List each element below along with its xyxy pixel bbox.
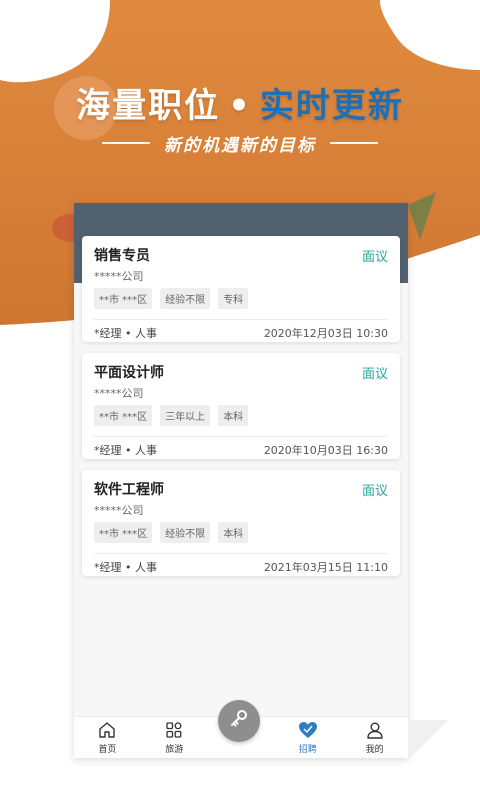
tab-home-label: 首页 xyxy=(98,745,117,755)
subline-left-rule xyxy=(102,142,150,144)
tag-experience: 经验不限 xyxy=(160,522,211,543)
job-card[interactable]: 销售专员 面议 *****公司 **市 ***区 经验不限 专科 *经理 • 人… xyxy=(82,236,400,342)
job-time: 2021年03月15日 11:10 xyxy=(263,561,388,574)
job-title: 销售专员 xyxy=(94,248,150,264)
tag-education: 专科 xyxy=(218,288,249,309)
job-card[interactable]: 平面设计师 面议 *****公司 **市 ***区 三年以上 本科 *经理 • … xyxy=(82,353,400,459)
tag-experience: 经验不限 xyxy=(160,288,211,309)
headline-separator: • xyxy=(228,86,252,126)
subline-text: 新的机遇新的目标 xyxy=(164,135,316,156)
job-time: 2020年10月03日 16:30 xyxy=(263,444,388,457)
decor-shadow xyxy=(408,720,448,760)
job-company: *****公司 xyxy=(94,504,144,517)
job-card[interactable]: 软件工程师 面议 *****公司 **市 ***区 经验不限 本科 *经理 • … xyxy=(82,470,400,576)
home-icon xyxy=(97,720,117,740)
tag-location: **市 ***区 xyxy=(94,522,153,543)
job-salary: 面议 xyxy=(361,483,388,499)
job-time: 2020年12月03日 10:30 xyxy=(263,327,388,340)
job-tags: **市 ***区 三年以上 本科 xyxy=(94,405,388,426)
job-title: 平面设计师 xyxy=(94,365,164,381)
job-contact: *经理 • 人事 xyxy=(94,444,157,457)
headline-part2: 实时更新 xyxy=(259,86,404,126)
tab-travel-label: 旅游 xyxy=(165,745,184,755)
tag-location: **市 ***区 xyxy=(94,288,153,309)
job-salary: 面议 xyxy=(361,366,388,382)
job-title: 软件工程师 xyxy=(94,482,164,498)
user-icon xyxy=(365,720,385,740)
tag-education: 本科 xyxy=(218,405,249,426)
job-contact: *经理 • 人事 xyxy=(94,327,157,340)
banner-subline: 新的机遇新的目标 xyxy=(0,131,480,156)
subline-right-rule xyxy=(330,142,378,144)
tab-recruit[interactable]: 招聘 xyxy=(274,717,341,758)
grid-icon xyxy=(164,720,184,740)
tag-location: **市 ***区 xyxy=(94,405,153,426)
job-tags: **市 ***区 经验不限 本科 xyxy=(94,522,388,543)
tab-me[interactable]: 我的 xyxy=(341,717,408,758)
job-company: *****公司 xyxy=(94,270,144,283)
tag-experience: 三年以上 xyxy=(160,405,211,426)
job-salary: 面议 xyxy=(361,249,388,265)
tab-recruit-label: 招聘 xyxy=(298,745,317,755)
tab-home[interactable]: 首页 xyxy=(74,717,141,758)
tag-education: 本科 xyxy=(218,522,249,543)
key-icon xyxy=(228,708,250,734)
job-company: *****公司 xyxy=(94,387,144,400)
heart-icon xyxy=(298,720,318,740)
job-contact: *经理 • 人事 xyxy=(94,561,157,574)
job-tags: **市 ***区 经验不限 专科 xyxy=(94,288,388,309)
phone-mockup: 销售专员 面议 *****公司 **市 ***区 经验不限 专科 *经理 • 人… xyxy=(74,203,408,758)
tab-travel[interactable]: 旅游 xyxy=(141,717,208,758)
tab-me-label: 我的 xyxy=(365,745,384,755)
headline-part1: 海量职位 xyxy=(76,86,221,126)
banner-headline: 海量职位 • 实时更新 xyxy=(0,78,480,127)
center-action-button[interactable] xyxy=(218,700,260,742)
